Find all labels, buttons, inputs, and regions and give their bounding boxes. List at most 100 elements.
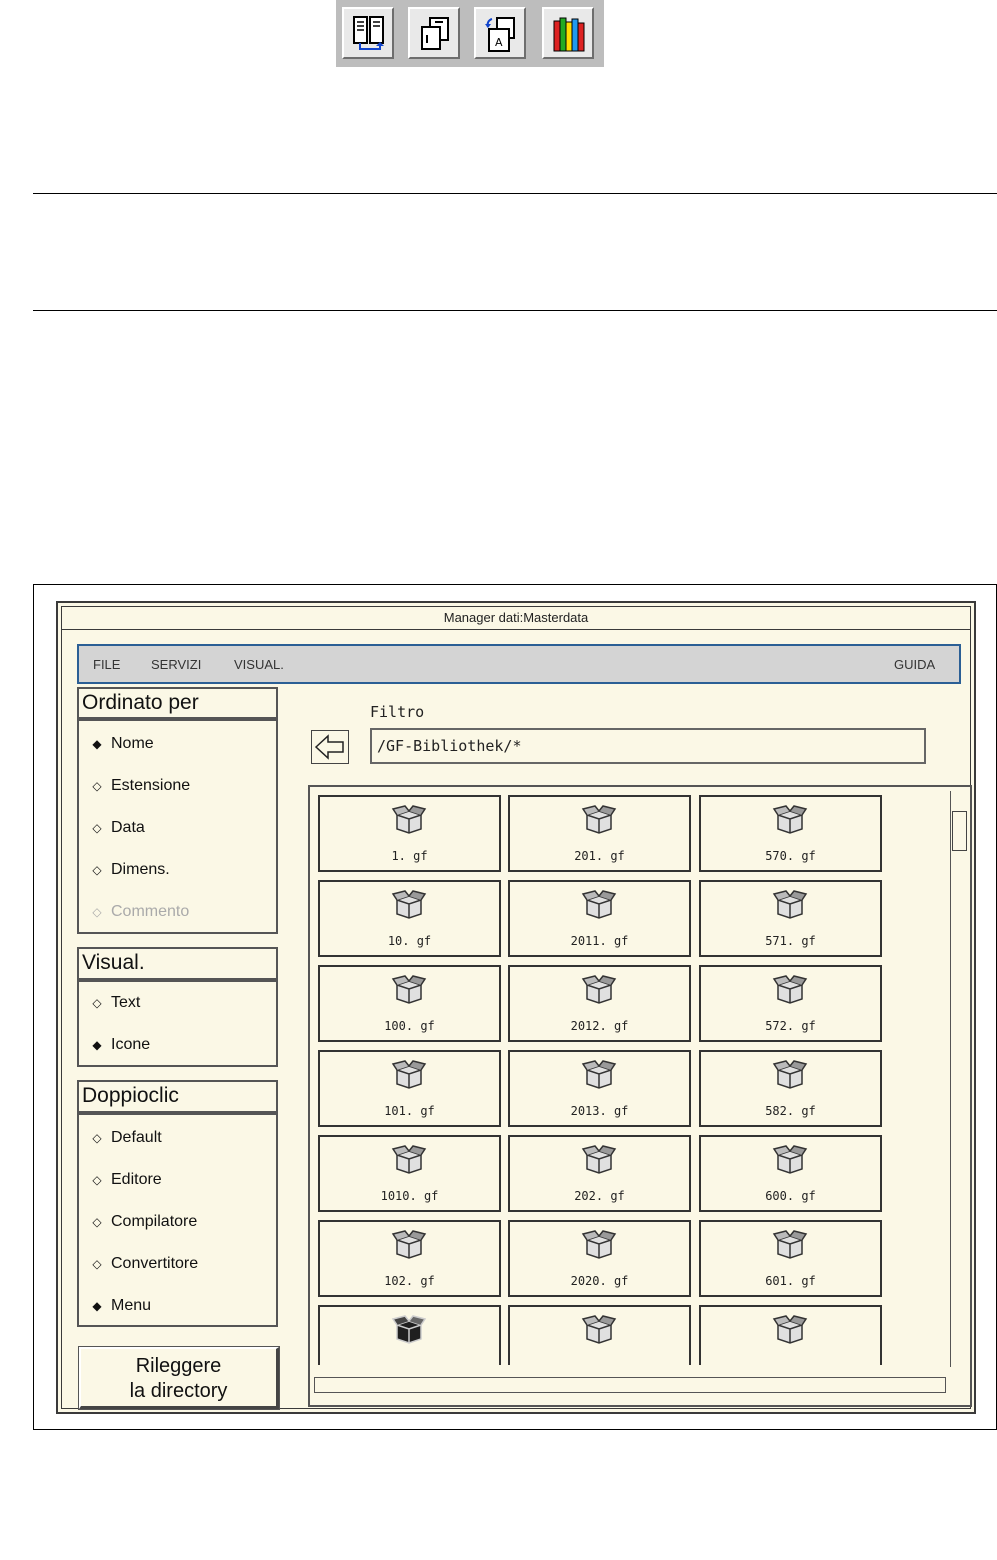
- copy-pages-button[interactable]: [408, 7, 460, 59]
- sort-option-date[interactable]: ◇ Data: [89, 819, 144, 837]
- sort-options: ◆ Nome ◇ Estensione ◇ Data ◇ Dimens. ◇ Commen…: [77, 719, 278, 934]
- folder-box-icon: [772, 1145, 808, 1174]
- folder-box-icon: [772, 890, 808, 919]
- split-view-button[interactable]: [342, 7, 394, 59]
- folder-box-icon: [772, 975, 808, 1004]
- folder-box-icon: [391, 1230, 427, 1259]
- sort-option-extension[interactable]: ◇ Estensione: [89, 777, 190, 795]
- file-name: 100. gf: [384, 1019, 435, 1033]
- file-name: 2020. gf: [570, 1274, 629, 1288]
- menu-services[interactable]: SERVIZI: [151, 657, 201, 672]
- menu-help[interactable]: GUIDA: [894, 657, 935, 672]
- file-name: 601. gf: [765, 1274, 816, 1288]
- file-tile[interactable]: 571. gf: [699, 880, 882, 957]
- file-tile[interactable]: 601. gf: [699, 1220, 882, 1297]
- file-tile[interactable]: 202. gf: [508, 1135, 691, 1212]
- radio-icon: ◇: [92, 1173, 102, 1187]
- folder-box-icon: [581, 975, 617, 1004]
- radio-selected-icon: ◆: [92, 1299, 102, 1313]
- file-tile-partial[interactable]: [699, 1305, 882, 1365]
- radio-icon: ◇: [92, 905, 102, 919]
- file-tile[interactable]: 102. gf: [318, 1220, 501, 1297]
- folder-box-icon: [772, 805, 808, 834]
- file-tile[interactable]: 582. gf: [699, 1050, 882, 1127]
- window-body: Manager dati:Masterdata FILE SERVIZI VIS…: [61, 606, 972, 1410]
- file-tile[interactable]: 600. gf: [699, 1135, 882, 1212]
- file-tile[interactable]: 100. gf: [318, 965, 501, 1042]
- file-name: 2011. gf: [570, 934, 629, 948]
- menu-bar: FILE SERVIZI VISUAL. GUIDA: [77, 644, 961, 684]
- view-option-icons[interactable]: ◆ Icone: [89, 1036, 150, 1054]
- file-tile[interactable]: 2012. gf: [508, 965, 691, 1042]
- doubleclick-option-converter[interactable]: ◇ Convertitore: [89, 1255, 198, 1273]
- file-name: 201. gf: [574, 849, 625, 863]
- file-name: 2013. gf: [570, 1104, 629, 1118]
- radio-icon: ◇: [92, 1215, 102, 1229]
- radio-icon: ◇: [92, 1131, 102, 1145]
- filter-label: Filtro: [370, 703, 425, 721]
- horizontal-scrollbar[interactable]: [314, 1377, 946, 1393]
- reload-label-line1: Rileggere: [135, 1355, 222, 1377]
- file-name: 1010. gf: [380, 1189, 439, 1203]
- folder-box-icon: [581, 890, 617, 919]
- file-name: 202. gf: [574, 1189, 625, 1203]
- file-tile[interactable]: 1010. gf: [318, 1135, 501, 1212]
- sort-option-name[interactable]: ◆ Nome: [89, 735, 153, 753]
- file-name: 102. gf: [384, 1274, 435, 1288]
- view-option-text[interactable]: ◇ Text: [89, 994, 140, 1012]
- copy-pages-icon: [421, 17, 449, 50]
- file-tile[interactable]: 2020. gf: [508, 1220, 691, 1297]
- folder-box-icon: [391, 1315, 427, 1344]
- filter-input[interactable]: /GF-Bibliothek/*: [370, 728, 926, 764]
- back-arrow-icon: [314, 734, 344, 760]
- sort-title: Ordinato per: [77, 687, 278, 719]
- file-name: 2012. gf: [570, 1019, 629, 1033]
- file-tile[interactable]: 10. gf: [318, 880, 501, 957]
- convert-button[interactable]: A: [474, 7, 526, 59]
- convert-document-icon: A: [485, 17, 515, 52]
- folder-box-icon: [391, 805, 427, 834]
- svg-text:A: A: [495, 36, 503, 49]
- file-grid: 1. gf 201. gf 570. gf 10. gf 2011. gf 571. gf…: [318, 795, 948, 1365]
- folder-box-icon: [391, 890, 427, 919]
- file-tile[interactable]: 2011. gf: [508, 880, 691, 957]
- folder-box-icon: [772, 1230, 808, 1259]
- file-tile[interactable]: 101. gf: [318, 1050, 501, 1127]
- menu-file[interactable]: FILE: [93, 657, 120, 672]
- radio-selected-icon: ◆: [92, 737, 102, 751]
- vertical-scrollbar[interactable]: [950, 791, 967, 1367]
- menu-view[interactable]: VISUAL.: [234, 657, 284, 672]
- doubleclick-option-compiler[interactable]: ◇ Compilatore: [89, 1213, 197, 1231]
- file-tile[interactable]: 572. gf: [699, 965, 882, 1042]
- file-tile[interactable]: 2013. gf: [508, 1050, 691, 1127]
- library-books-icon: [553, 17, 585, 52]
- window-title[interactable]: Manager dati:Masterdata: [62, 607, 970, 630]
- file-name: 1. gf: [391, 849, 428, 863]
- file-name: 10. gf: [387, 934, 432, 948]
- folder-box-icon: [581, 805, 617, 834]
- folder-box-icon: [391, 1060, 427, 1089]
- parent-directory-button[interactable]: [311, 730, 349, 764]
- doubleclick-title: Doppioclic: [77, 1080, 278, 1113]
- folder-box-icon: [581, 1145, 617, 1174]
- doubleclick-option-default[interactable]: ◇ Default: [89, 1129, 161, 1147]
- library-button[interactable]: [542, 7, 594, 59]
- radio-selected-icon: ◆: [92, 1038, 102, 1052]
- file-tile[interactable]: 570. gf: [699, 795, 882, 872]
- file-tile[interactable]: 1. gf: [318, 795, 501, 872]
- sort-option-size[interactable]: ◇ Dimens.: [89, 861, 169, 879]
- radio-icon: ◇: [92, 863, 102, 877]
- file-tile-partial[interactable]: [508, 1305, 691, 1365]
- file-tile[interactable]: 201. gf: [508, 795, 691, 872]
- vertical-scroll-thumb[interactable]: [952, 811, 967, 851]
- file-browser: 1. gf 201. gf 570. gf 10. gf 2011. gf 571. gf…: [308, 785, 972, 1407]
- view-options: ◇ Text ◆ Icone: [77, 980, 278, 1067]
- file-tile-partial[interactable]: [318, 1305, 501, 1365]
- doubleclick-option-editor[interactable]: ◇ Editore: [89, 1171, 161, 1189]
- doubleclick-option-menu[interactable]: ◆ Menu: [89, 1297, 151, 1315]
- file-name: 582. gf: [765, 1104, 816, 1118]
- reload-directory-button[interactable]: Rileggere la directory: [78, 1346, 280, 1410]
- file-name: 572. gf: [765, 1019, 816, 1033]
- file-name: 101. gf: [384, 1104, 435, 1118]
- file-name: 570. gf: [765, 849, 816, 863]
